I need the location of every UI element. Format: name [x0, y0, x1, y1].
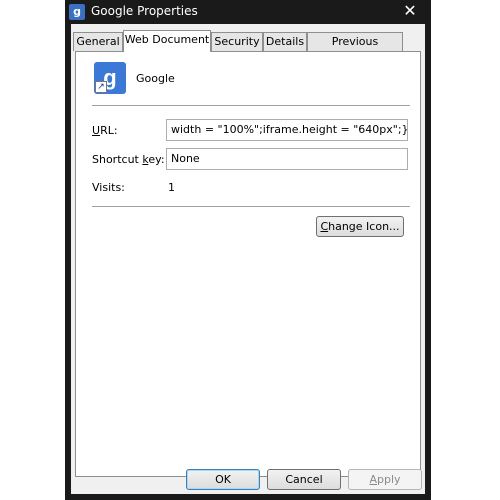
dialog-body: General Web Document Security Details Pr… [71, 24, 425, 494]
divider [92, 206, 410, 207]
tab-general[interactable]: General [73, 32, 123, 51]
shortcut-arrow-icon: ↗ [95, 81, 107, 93]
window-title: Google Properties [91, 4, 198, 18]
apply-button[interactable]: Apply [348, 469, 422, 490]
web-document-icon: g [69, 4, 85, 20]
tab-previous-versions[interactable]: Previous Versions [307, 32, 403, 66]
visits-label: Visits: [92, 181, 125, 194]
close-button[interactable]: ✕ [399, 2, 421, 20]
visits-value: 1 [168, 181, 175, 194]
google-icon: g ↗ [94, 62, 126, 94]
document-name: Google [136, 72, 175, 85]
tab-security[interactable]: Security [211, 32, 263, 51]
tab-details[interactable]: Details [263, 32, 307, 51]
ok-button[interactable]: OK [186, 469, 260, 490]
web-document-panel: g ↗ Google URL: width = "100%";iframe.he… [75, 51, 421, 477]
url-label: URL: [92, 124, 118, 137]
properties-window: g Google Properties ✕ General Web Docume… [65, 0, 431, 500]
change-icon-button[interactable]: Change Icon... [316, 216, 404, 237]
shortcut-key-field[interactable]: None [166, 148, 408, 170]
title-bar: g Google Properties ✕ [65, 0, 431, 24]
cancel-button[interactable]: Cancel [267, 469, 341, 490]
divider [92, 105, 410, 106]
shortcut-key-label: Shortcut key: [92, 153, 165, 166]
tab-web-document[interactable]: Web Document [123, 30, 211, 52]
url-field[interactable]: width = "100%";iframe.height = "640px";}… [166, 119, 408, 141]
